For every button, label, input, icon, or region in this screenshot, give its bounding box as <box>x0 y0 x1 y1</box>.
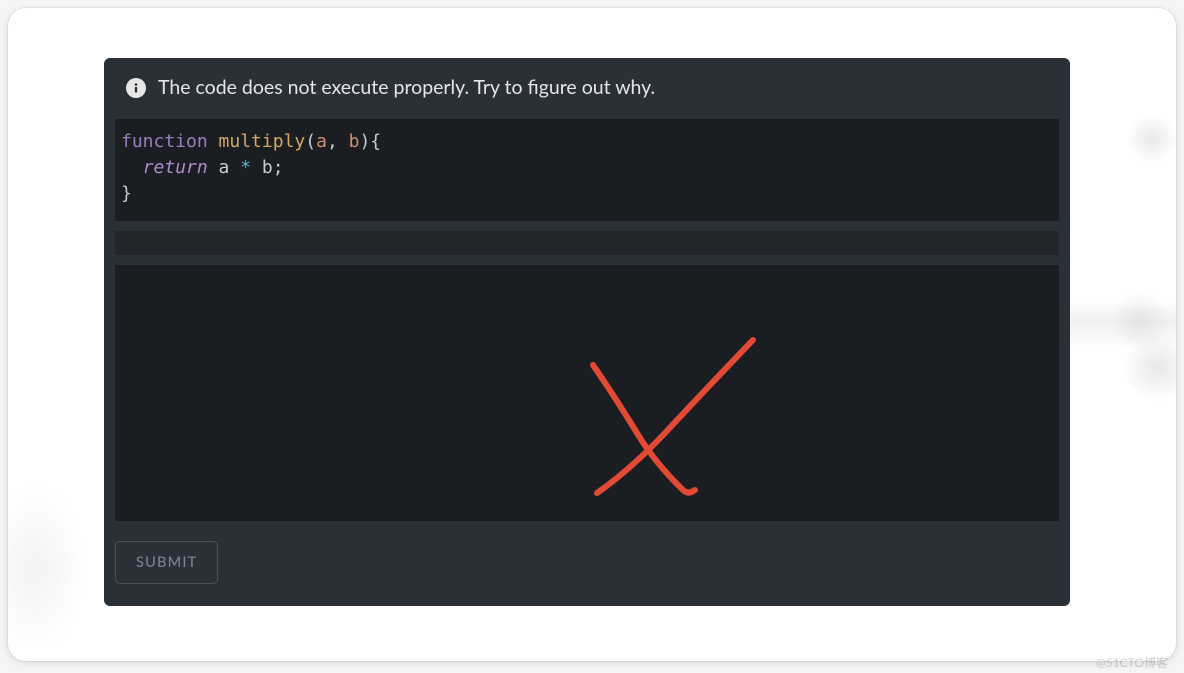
decorative-ink-left <box>8 461 98 641</box>
info-icon <box>126 78 146 98</box>
instruction-text: The code does not execute properly. Try … <box>158 76 655 99</box>
decorative-ink-right <box>1056 8 1176 661</box>
annotation-x-mark <box>555 335 785 505</box>
submit-button[interactable]: SUBMIT <box>115 541 218 584</box>
instruction-bar: The code does not execute properly. Try … <box>104 58 1070 113</box>
action-row: SUBMIT <box>104 521 1070 606</box>
output-area[interactable] <box>115 265 1059 521</box>
code-editor[interactable]: function multiply(a, b){ return a * b; } <box>115 119 1059 221</box>
watermark: @51CTO博客 <box>1096 654 1168 671</box>
challenge-panel: The code does not execute properly. Try … <box>104 58 1070 606</box>
editor-separator <box>115 231 1059 255</box>
window-frame: The code does not execute properly. Try … <box>8 8 1176 661</box>
